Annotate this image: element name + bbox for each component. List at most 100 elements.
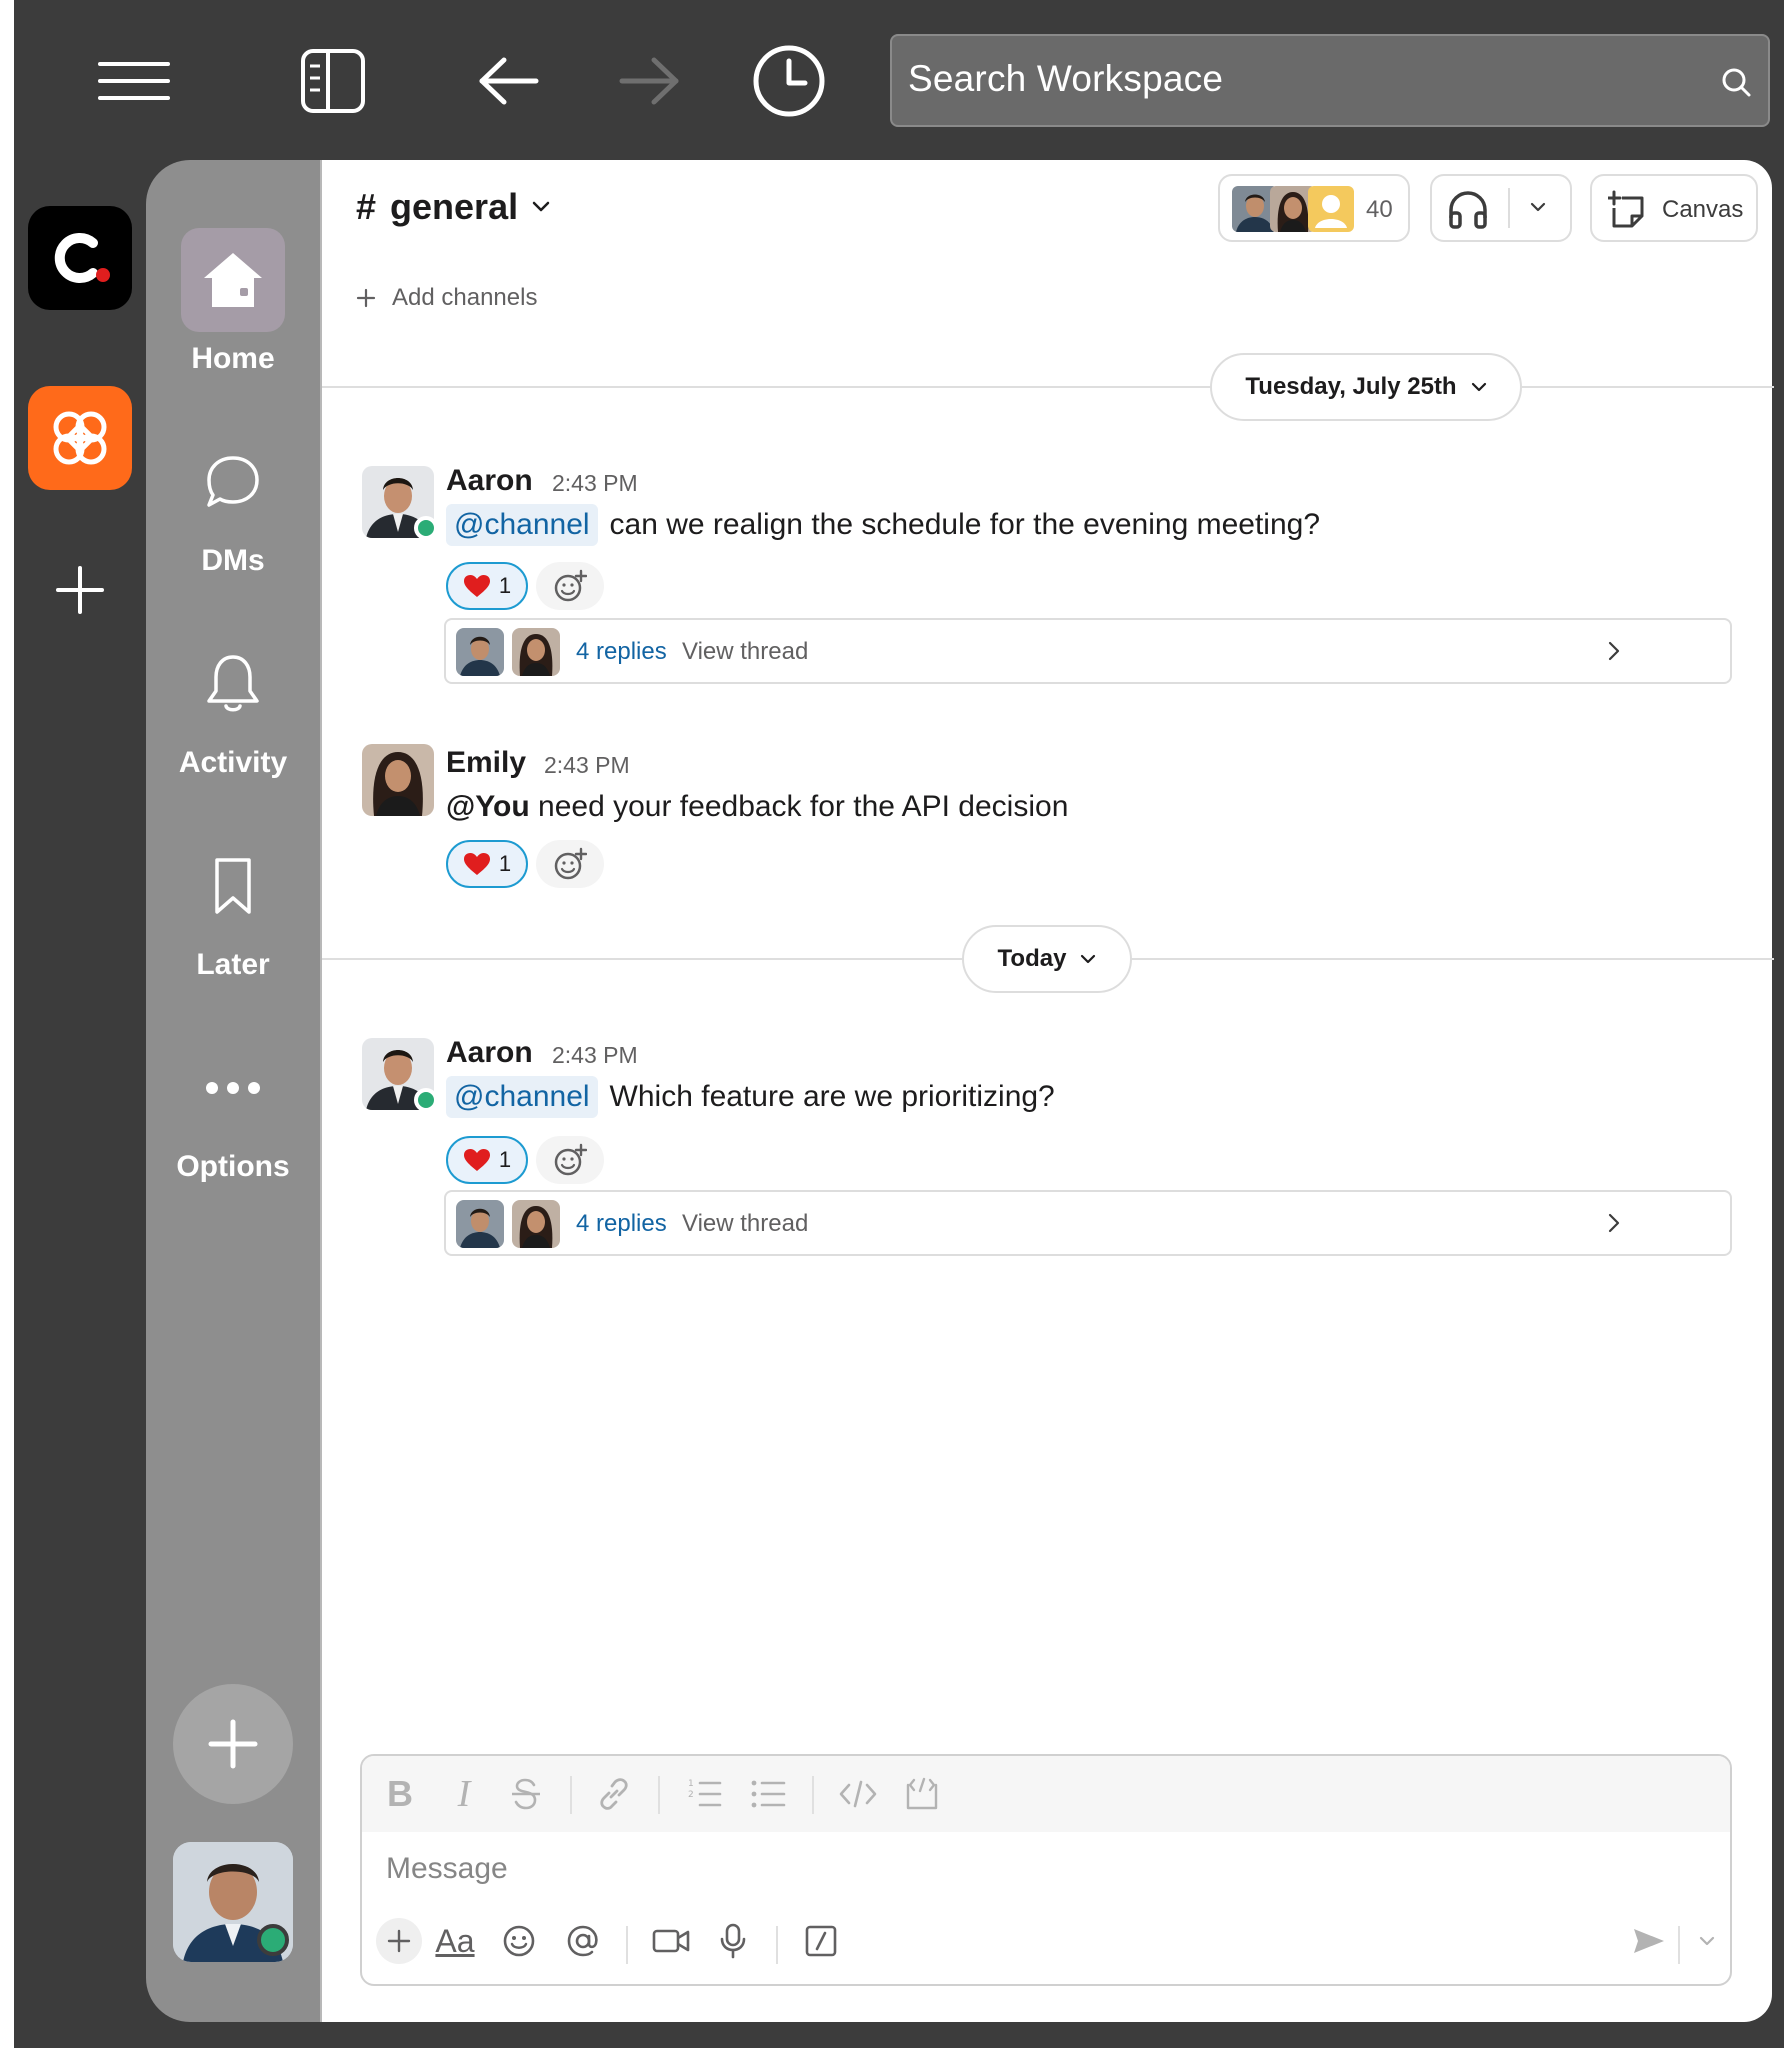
workspace-flower-button[interactable] <box>28 386 132 490</box>
bullet-list-icon[interactable] <box>748 1774 788 1814</box>
message-text: need your feedback for the API decision <box>538 790 1069 823</box>
message-author[interactable]: Aaron <box>446 464 533 498</box>
slash-command-icon[interactable] <box>798 1918 844 1964</box>
message-author[interactable]: Aaron <box>446 1036 533 1070</box>
nav-options[interactable]: Options <box>146 1036 320 1184</box>
heart-icon <box>463 852 491 876</box>
channel-title[interactable]: # general <box>356 186 550 228</box>
bold-button[interactable]: B <box>380 1773 420 1814</box>
add-reaction-button[interactable] <box>536 1136 604 1184</box>
add-reaction-button[interactable] <box>536 562 604 610</box>
thread-participant-avatar <box>456 628 504 676</box>
send-options-chevron-icon[interactable] <box>1684 1918 1730 1964</box>
video-icon[interactable] <box>648 1918 694 1964</box>
add-workspace-button[interactable] <box>28 538 132 642</box>
message-avatar[interactable] <box>362 744 434 816</box>
huddle-button[interactable] <box>1430 174 1572 242</box>
heart-reaction[interactable]: 1 <box>446 1136 528 1184</box>
date-divider-label: Tuesday, July 25th <box>1245 373 1457 400</box>
date-divider-pill[interactable]: Today <box>962 925 1132 993</box>
microphone-icon[interactable] <box>710 1918 756 1964</box>
headphones-icon[interactable] <box>1446 188 1490 232</box>
history-clock-icon[interactable] <box>748 40 830 122</box>
toolbar-separator <box>812 1776 814 1814</box>
reaction-count: 1 <box>498 573 512 598</box>
heart-reaction[interactable]: 1 <box>446 562 528 610</box>
message-timestamp[interactable]: 2:43 PM <box>552 470 638 497</box>
channel-mention[interactable]: @channel <box>446 504 598 546</box>
nav-later[interactable]: Later <box>146 834 320 982</box>
search-icon[interactable] <box>1720 66 1752 98</box>
date-divider-pill[interactable]: Tuesday, July 25th <box>1210 353 1522 421</box>
search-bar[interactable]: Search Workspace <box>890 34 1770 127</box>
nav-home-label: Home <box>191 342 275 375</box>
nav-activity[interactable]: Activity <box>146 632 320 780</box>
add-emoji-icon <box>553 1143 587 1177</box>
thread-replies-count[interactable]: 4 replies <box>576 1210 667 1238</box>
members-button[interactable]: 40 <box>1218 174 1410 242</box>
toolbar-separator <box>626 1926 628 1964</box>
canvas-icon <box>1608 190 1648 230</box>
view-thread-label[interactable]: View thread <box>682 1210 808 1238</box>
chevron-down-icon <box>1471 382 1487 392</box>
chevron-down-icon[interactable] <box>1530 202 1546 212</box>
heart-icon <box>463 1148 491 1172</box>
text-format-button[interactable]: Aa <box>432 1918 478 1964</box>
canvas-button[interactable]: Canvas <box>1590 174 1758 242</box>
chat-bubble-icon <box>181 430 285 534</box>
user-mention[interactable]: @You <box>446 790 530 823</box>
view-thread-label[interactable]: View thread <box>682 638 808 666</box>
heart-icon <box>463 574 491 598</box>
channel-mention[interactable]: @channel <box>446 1076 598 1118</box>
message-input[interactable] <box>386 1852 1386 1886</box>
nav-activity-label: Activity <box>178 746 288 779</box>
message-body: @You need your feedback for the API deci… <box>446 790 1068 824</box>
send-icon[interactable] <box>1626 1918 1672 1964</box>
user-profile-avatar[interactable] <box>173 1842 293 1962</box>
hamburger-menu-icon[interactable] <box>96 50 172 112</box>
thread-summary[interactable]: 4 replies View thread <box>444 1190 1732 1256</box>
thread-participant-avatar <box>512 628 560 676</box>
add-reaction-button[interactable] <box>536 840 604 888</box>
numbered-list-icon[interactable]: 12 <box>684 1774 724 1814</box>
more-dots-icon <box>181 1036 285 1140</box>
message-author[interactable]: Emily <box>446 746 526 780</box>
reaction-count: 1 <box>498 1147 512 1172</box>
toolbar-separator <box>570 1776 572 1814</box>
button-separator <box>1508 188 1510 228</box>
mention-icon[interactable] <box>560 1918 606 1964</box>
code-icon[interactable] <box>838 1774 878 1814</box>
message-body: @channel can we realign the schedule for … <box>446 504 1320 546</box>
toolbar-separator <box>1678 1926 1680 1964</box>
presence-indicator <box>257 1924 289 1956</box>
emoji-icon[interactable] <box>496 1918 542 1964</box>
message-timestamp[interactable]: 2:43 PM <box>544 752 630 779</box>
thread-replies-count[interactable]: 4 replies <box>576 638 667 666</box>
nav-home[interactable]: Home <box>146 228 320 376</box>
code-block-icon[interactable] <box>902 1774 942 1814</box>
sidebar-toggle-icon[interactable] <box>296 44 370 118</box>
nav-dms[interactable]: DMs <box>146 430 320 578</box>
add-emoji-icon <box>553 847 587 881</box>
chevron-right-icon <box>1608 641 1620 661</box>
heart-reaction[interactable]: 1 <box>446 840 528 888</box>
add-emoji-icon <box>553 569 587 603</box>
create-new-button[interactable] <box>173 1684 293 1804</box>
channel-hash: # <box>356 186 377 227</box>
link-icon[interactable] <box>594 1774 634 1814</box>
canvas-label: Canvas <box>1662 196 1744 223</box>
formatting-toolbar: B I 12 <box>362 1756 1730 1832</box>
channel-name: general <box>390 186 519 227</box>
workspace-c-button[interactable] <box>28 206 132 310</box>
attach-plus-button[interactable] <box>376 1918 422 1964</box>
presence-indicator <box>414 1088 438 1112</box>
thread-summary[interactable]: 4 replies View thread <box>444 618 1732 684</box>
forward-arrow-icon[interactable] <box>614 48 684 114</box>
italic-button[interactable]: I <box>444 1773 484 1815</box>
thread-participant-avatar <box>456 1200 504 1248</box>
back-arrow-icon[interactable] <box>474 48 544 114</box>
message-timestamp[interactable]: 2:43 PM <box>552 1042 638 1069</box>
add-channels-link[interactable]: Add channels <box>356 284 537 312</box>
strikethrough-icon[interactable] <box>506 1774 546 1814</box>
date-divider-line <box>322 386 1774 388</box>
